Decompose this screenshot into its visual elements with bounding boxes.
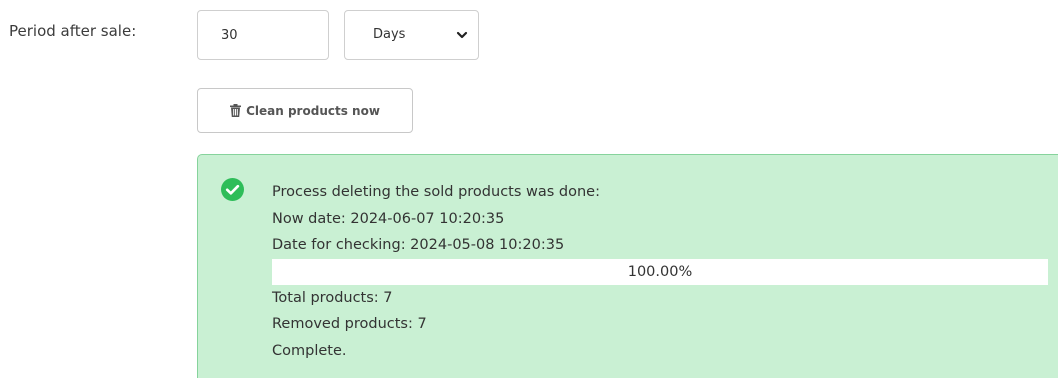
- period-unit-value: Days: [373, 27, 406, 42]
- status-text: Complete.: [272, 342, 347, 359]
- progress-text: 100.00%: [627, 263, 693, 280]
- clean-products-button[interactable]: Clean products now: [197, 88, 413, 133]
- period-unit-select[interactable]: Days: [344, 10, 479, 60]
- result-heading: Process deleting the sold products was d…: [272, 184, 600, 200]
- period-after-sale-label: Period after sale:: [9, 22, 137, 40]
- progress-bar: 100.00%: [272, 258, 1048, 285]
- check-circle-icon: [221, 178, 244, 201]
- trash-icon: [230, 104, 242, 117]
- result-lines: Process deleting the sold products was d…: [272, 179, 1048, 365]
- now-date: Now date: 2024-06-07 10:20:35: [272, 210, 505, 227]
- date-for-checking: Date for checking: 2024-05-08 10:20:35: [272, 237, 565, 254]
- success-alert: Process deleting the sold products was d…: [197, 154, 1058, 378]
- total-products: Total products: 7: [272, 289, 393, 306]
- chevron-down-icon: [456, 31, 468, 39]
- removed-products: Removed products: 7: [272, 316, 427, 333]
- period-input[interactable]: [197, 10, 329, 60]
- settings-panel: Period after sale: Days Clean products n…: [0, 0, 1058, 378]
- clean-products-button-label: Clean products now: [246, 103, 380, 118]
